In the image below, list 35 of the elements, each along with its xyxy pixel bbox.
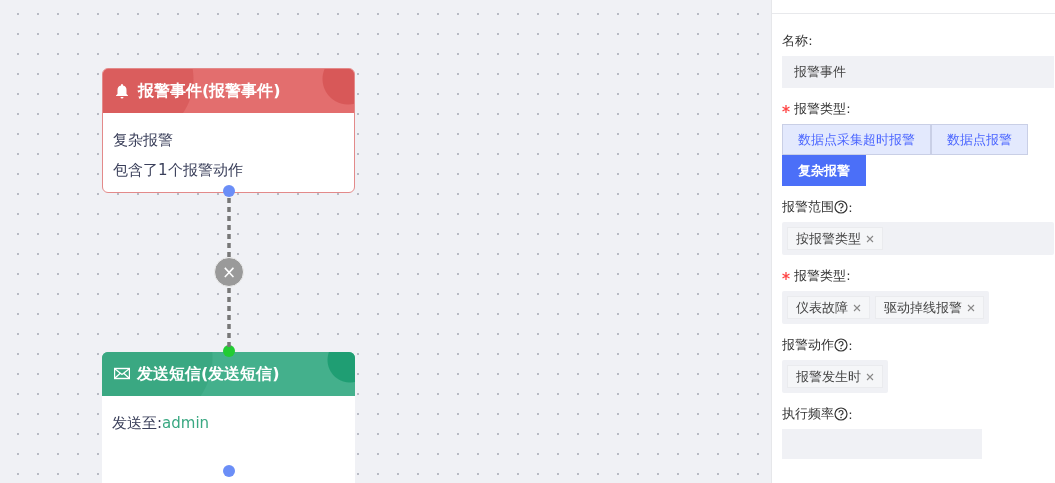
select-field[interactable]: 按报警类型: [782, 222, 1055, 255]
close-icon: [853, 303, 862, 312]
colon-text: :: [848, 406, 853, 422]
node-text: 包含了1个报警动作: [113, 160, 244, 181]
field-label: 执行频率: [782, 405, 835, 423]
tag-label: 仪表故障: [796, 298, 849, 317]
type-option[interactable]: 复杂报警: [782, 155, 867, 186]
bell-icon: [115, 83, 131, 99]
node-card[interactable]: 发送短信(发送短信) 发送至:admin: [102, 352, 355, 483]
port-dot[interactable]: [223, 345, 235, 357]
node-card[interactable]: 报警事件(报警事件) 复杂报警 包含了1个报警动作: [102, 68, 355, 193]
field-label: 报警动作: [782, 336, 835, 354]
select-field[interactable]: 仪表故障 驱动掉线报警: [782, 291, 990, 324]
field-label: 名称:: [782, 32, 813, 50]
node-title: 报警事件(报警事件): [138, 80, 281, 102]
tag-label: 报警发生时: [796, 367, 862, 386]
node-label: 发送至:: [112, 414, 163, 432]
field-label: 报警类型:: [794, 100, 851, 118]
envelope-icon: [114, 366, 130, 382]
name-field[interactable]: 报警事件: [782, 56, 1055, 88]
colon-text: :: [848, 337, 853, 353]
type-option[interactable]: 数据点采集超时报警: [782, 124, 932, 155]
node-title: 发送短信(发送短信): [137, 363, 280, 385]
field-label: 报警范围: [782, 198, 835, 216]
node-text: 复杂报警: [113, 130, 174, 151]
tag-label: 驱动掉线报警: [884, 298, 963, 317]
close-icon: [866, 234, 875, 243]
close-icon: [967, 303, 976, 312]
node-value: admin: [162, 414, 210, 432]
colon-text: :: [848, 199, 853, 215]
type-option[interactable]: 数据点报警: [931, 124, 1029, 155]
select-field[interactable]: 报警发生时: [782, 360, 889, 393]
field-label: 报警类型:: [794, 267, 851, 285]
close-icon: [866, 372, 875, 381]
tag-label: 按报警类型: [796, 229, 862, 248]
